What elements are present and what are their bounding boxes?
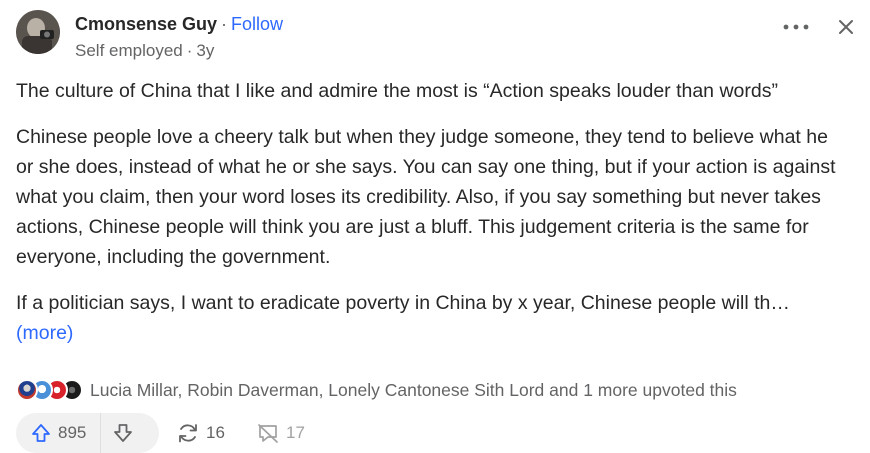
share-icon [179, 424, 197, 443]
author-avatar[interactable] [16, 10, 60, 54]
more-horizontal-icon [783, 24, 809, 30]
upvoter-avatar [16, 379, 38, 401]
more-link[interactable]: (more) [16, 322, 73, 344]
truncated-text: If a politician says, I want to eradicat… [16, 292, 790, 314]
paragraph-3: If a politician says, I want to eradicat… [16, 288, 836, 348]
upvoters-row[interactable]: Lucia Millar, Robin Daverman, Lonely Can… [16, 376, 737, 404]
author-line: Cmonsense Guy · Follow [75, 14, 283, 35]
downvote-button[interactable] [101, 413, 145, 453]
answer-card: Cmonsense Guy · Follow Self employed · 3y Th… [0, 0, 870, 453]
post-time[interactable]: 3y [196, 41, 214, 60]
author-credential[interactable]: Self employed [75, 41, 183, 60]
upvoters-text[interactable]: Lucia Millar, Robin Daverman, Lonely Can… [90, 380, 737, 401]
upvote-arrow-icon [32, 424, 50, 442]
upvote-count: 895 [58, 423, 87, 442]
comment-icon [258, 424, 278, 443]
share-count: 16 [206, 423, 225, 442]
comment-count: 17 [286, 423, 305, 442]
avatar-image [16, 10, 60, 54]
vote-pill: 895 [16, 413, 159, 453]
paragraph-1: The culture of China that I like and adm… [16, 80, 778, 102]
author-meta: Self employed · 3y [75, 41, 214, 61]
follow-button[interactable]: Follow [231, 14, 283, 34]
close-icon [839, 20, 853, 34]
separator-dot: · [186, 41, 193, 60]
answer-content: The culture of China that I like and adm… [16, 76, 836, 364]
more-options-button[interactable] [778, 12, 814, 42]
author-name[interactable]: Cmonsense Guy [75, 14, 217, 34]
paragraph-2: Chinese people love a cheery talk but wh… [16, 126, 836, 268]
share-button[interactable]: 16 [170, 413, 231, 453]
separator-dot: · [221, 14, 228, 34]
close-button[interactable] [830, 12, 862, 42]
upvote-button[interactable]: 895 [16, 413, 102, 453]
comment-button[interactable]: 17 [250, 413, 311, 453]
downvote-arrow-icon [114, 424, 133, 442]
